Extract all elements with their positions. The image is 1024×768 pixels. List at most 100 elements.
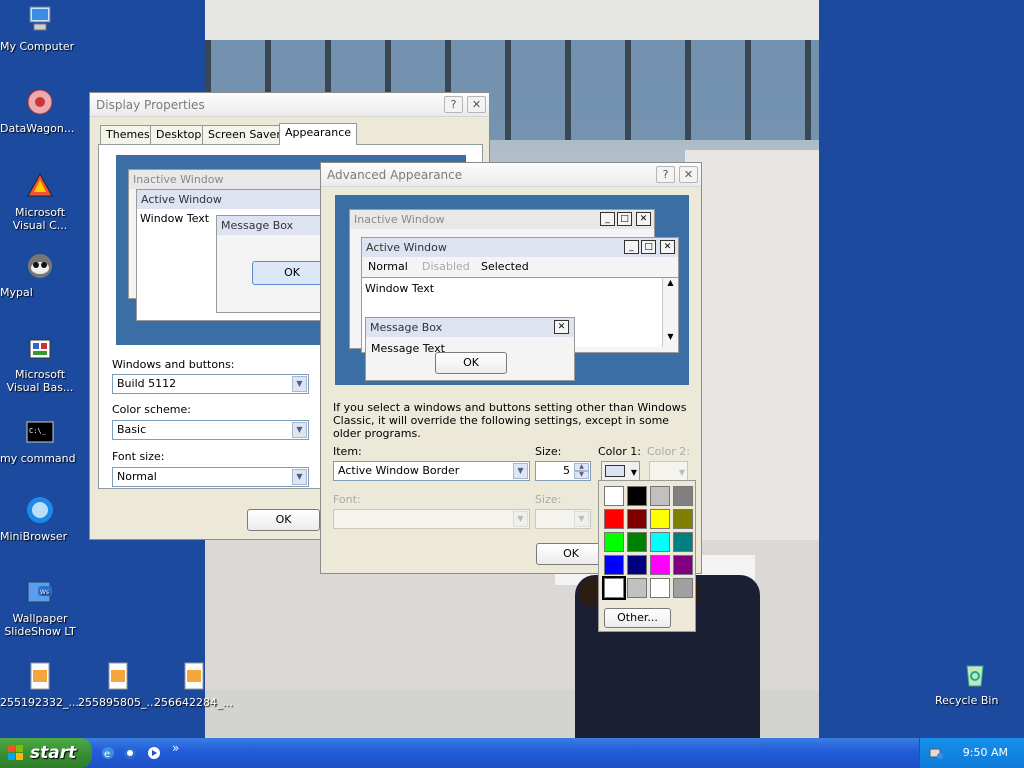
clock[interactable]: 9:50 AM	[963, 738, 1008, 768]
desktop-icon-image-2[interactable]: 255895805_...	[78, 660, 158, 709]
color-swatch[interactable]	[627, 532, 647, 552]
windows-and-buttons-select[interactable]: Build 5112 ▼	[112, 374, 309, 394]
wallpaper-slideshow-icon: Ws	[27, 581, 52, 603]
taskbar: start e » 9:50 AM	[0, 738, 1024, 768]
desktop-icon-image-3[interactable]: 256642284_...	[154, 660, 234, 709]
tab-appearance[interactable]: Appearance	[279, 123, 358, 145]
desktop-icon-minibrowser[interactable]: MiniBrowser	[0, 494, 80, 543]
color-scheme-label: Color scheme:	[112, 403, 191, 416]
image-file-icon	[184, 662, 204, 690]
preview-menu-selected: Selected	[481, 260, 529, 273]
preview-message-text: Message Text	[371, 342, 445, 355]
recycle-bin-icon	[966, 665, 984, 687]
size-stepper[interactable]: 5 ▲ ▼	[535, 461, 591, 481]
chevron-up-icon[interactable]: ▲	[574, 463, 589, 471]
color-swatch[interactable]	[627, 509, 647, 529]
color-swatch[interactable]	[627, 578, 647, 598]
mypal-icon	[28, 254, 52, 278]
close-button[interactable]: ✕	[467, 96, 486, 113]
color2-picker-button: ▼	[649, 461, 688, 481]
advanced-appearance-titlebar[interactable]: Advanced Appearance	[321, 163, 701, 187]
desktop-icon-label: MiniBrowser	[0, 530, 68, 543]
desktop-icon-mypal[interactable]: Mypal	[0, 250, 80, 299]
color-swatch[interactable]	[673, 532, 693, 552]
network-icon[interactable]	[928, 745, 944, 761]
command-prompt-icon: C:\_	[26, 421, 54, 443]
color-swatch[interactable]	[650, 578, 670, 598]
font-size-value: Normal	[117, 470, 157, 483]
color-picker-dropdown: Other...	[598, 480, 696, 632]
desktop-icon-my-computer[interactable]: My Computer	[0, 4, 80, 53]
start-button[interactable]: start	[0, 738, 92, 768]
desktop-icon-image-1[interactable]: 255192332_...	[0, 660, 80, 709]
preview-menu-disabled: Disabled	[422, 260, 470, 273]
color-swatch[interactable]	[673, 555, 693, 575]
tab-themes[interactable]: Themes	[100, 125, 156, 145]
preview-message-box-title: Message Box	[366, 318, 574, 337]
svg-text:Ws: Ws	[40, 589, 49, 596]
chevron-down-icon[interactable]: ▼	[574, 471, 589, 479]
color-swatch[interactable]	[627, 555, 647, 575]
other-color-button[interactable]: Other...	[604, 608, 671, 628]
image-file-icon	[108, 662, 128, 690]
desktop-icon-label: Mypal	[0, 286, 33, 299]
font-label: Font:	[333, 493, 361, 506]
color-swatch[interactable]	[650, 509, 670, 529]
datawagon-icon	[27, 89, 53, 115]
desktop-icon-my-command[interactable]: C:\_ my command	[0, 416, 80, 465]
color-swatch[interactable]	[673, 578, 693, 598]
media-player-icon[interactable]	[146, 745, 162, 761]
tab-desktop[interactable]: Desktop	[150, 125, 208, 145]
color-swatch[interactable]	[627, 486, 647, 506]
color-swatch[interactable]	[604, 532, 624, 552]
quick-launch-chevron[interactable]: »	[172, 741, 188, 757]
internet-explorer-icon[interactable]: e	[100, 745, 116, 761]
display-properties-ok-button[interactable]: OK	[247, 509, 320, 531]
color-swatch[interactable]	[604, 486, 624, 506]
close-icon: ✕	[554, 320, 569, 334]
desktop-icon-recycle-bin[interactable]: Recycle Bin	[935, 658, 1015, 707]
color-swatch[interactable]	[650, 555, 670, 575]
desktop-icon-visual-c[interactable]: Microsoft Visual C...	[0, 170, 80, 232]
color1-picker-button[interactable]: ▼	[601, 461, 640, 481]
color-swatch[interactable]	[604, 509, 624, 529]
system-tray: 9:50 AM	[919, 738, 1024, 768]
color-swatch[interactable]	[650, 532, 670, 552]
desktop-icon-label: 256642284_...	[154, 696, 233, 709]
tab-screen-saver[interactable]: Screen Saver	[202, 125, 287, 145]
visual-basic-icon	[29, 339, 51, 359]
color-swatch[interactable]	[650, 486, 670, 506]
chevron-down-icon: ▼	[574, 511, 589, 527]
help-button[interactable]: ?	[444, 96, 463, 113]
preview-ok-button: OK	[435, 352, 507, 374]
font-size-select[interactable]: Normal ▼	[112, 467, 309, 487]
color-swatch[interactable]	[673, 486, 693, 506]
minimize-icon: _	[624, 240, 639, 254]
maximize-icon: □	[617, 212, 632, 226]
my-computer-icon	[29, 6, 51, 31]
color-scheme-value: Basic	[117, 423, 147, 436]
color-swatch[interactable]	[673, 509, 693, 529]
color-scheme-select[interactable]: Basic ▼	[112, 420, 309, 440]
help-button[interactable]: ?	[656, 166, 675, 183]
desktop-icon-datawagon[interactable]: DataWagon...	[0, 86, 80, 135]
desktop-icon-label: Recycle Bin	[935, 694, 999, 707]
maximize-icon: □	[641, 240, 656, 254]
close-button[interactable]: ✕	[679, 166, 698, 183]
desktop-icon-label: 255192332_...	[0, 696, 79, 709]
item-select[interactable]: Active Window Border ▼	[333, 461, 530, 481]
window-title: Advanced Appearance	[327, 168, 463, 182]
visual-c-icon	[27, 172, 53, 197]
desktop-icon-wallpaper-slideshow[interactable]: Ws Wallpaper SlideShow LT	[0, 576, 80, 638]
scroll-down-icon: ▼	[667, 332, 674, 341]
wallpaper-ceiling	[205, 0, 819, 40]
desktop-icon-label: Microsoft Visual Bas...	[6, 368, 74, 394]
display-properties-titlebar[interactable]: Display Properties	[90, 93, 489, 117]
color-swatch[interactable]	[602, 576, 626, 600]
desktop-icon-visual-basic[interactable]: Microsoft Visual Bas...	[0, 332, 80, 394]
outlook-express-icon[interactable]	[122, 745, 138, 761]
minibrowser-icon	[27, 497, 53, 523]
desktop-icon-label: My Computer	[0, 40, 75, 53]
color-swatch[interactable]	[604, 555, 624, 575]
advanced-ok-button[interactable]: OK	[536, 543, 606, 565]
